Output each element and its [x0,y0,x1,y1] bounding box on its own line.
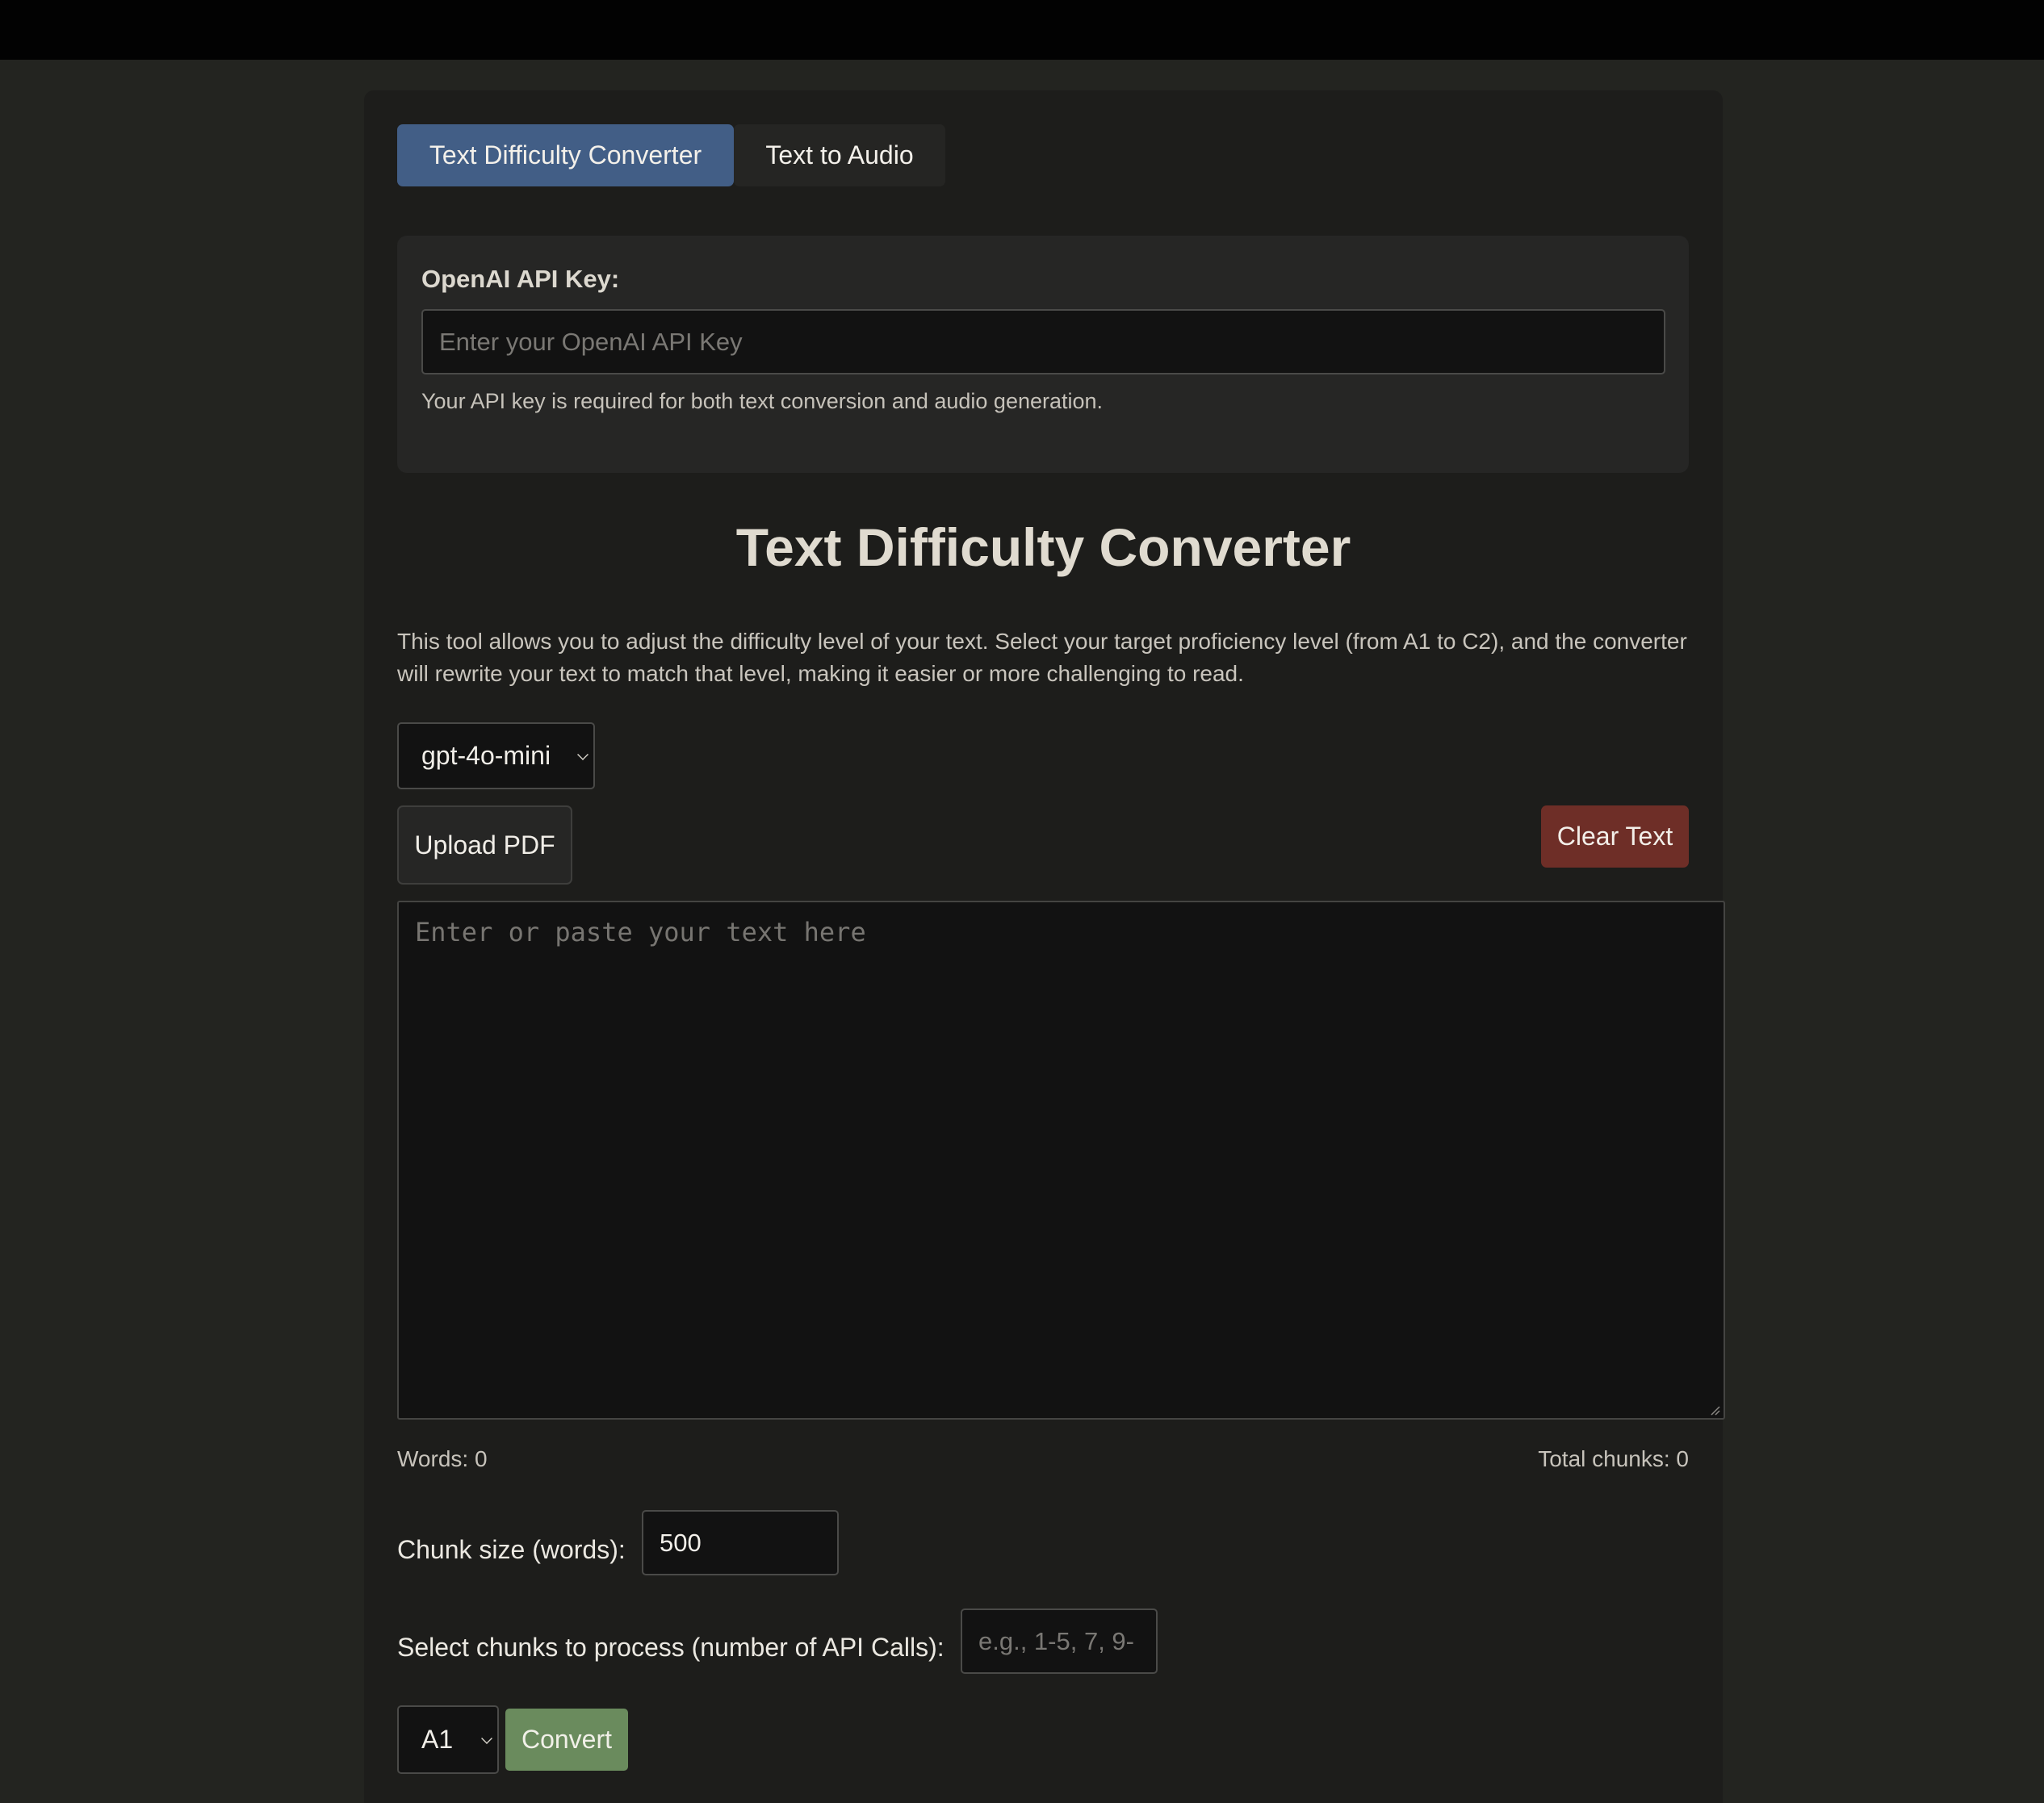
page-title: Text Difficulty Converter [735,517,1351,577]
word-count: Words: 0 [397,1446,488,1471]
app-container: Text Difficulty Converter Text to Audio … [364,90,1725,1803]
total-chunks-count: Total chunks: 0 [1538,1446,1689,1471]
top-bar [0,0,2044,60]
chunk-size-input[interactable] [642,1510,839,1575]
model-select-value: gpt-4o-mini [421,741,551,770]
upload-pdf-button[interactable]: Upload PDF [397,805,572,885]
api-key-panel: OpenAI API Key: Your API key is required… [397,236,1689,473]
api-key-input[interactable] [421,309,1665,374]
chunk-selection-input[interactable] [961,1608,1158,1674]
resize-handle-icon[interactable] [1709,1404,1720,1416]
level-select-value: A1 [421,1725,454,1754]
model-select[interactable]: gpt-4o-mini [397,722,595,789]
api-key-help-text: Your API key is required for both text c… [421,389,1104,413]
api-key-label: OpenAI API Key: [421,265,620,293]
convert-button[interactable]: Convert [505,1709,628,1771]
tab-text-difficulty-converter[interactable]: Text Difficulty Converter [397,124,734,186]
tab-bar: Text Difficulty Converter Text to Audio [397,124,945,186]
text-input-area[interactable] [397,901,1725,1420]
level-select[interactable]: A1 [397,1705,499,1774]
chevron-down-icon [577,748,588,760]
clear-text-button[interactable]: Clear Text [1541,805,1689,868]
tab-text-to-audio[interactable]: Text to Audio [734,124,945,186]
chevron-down-icon [481,1732,492,1744]
chunk-size-label: Chunk size (words): [397,1535,626,1564]
chunk-selection-label: Select chunks to process (number of API … [397,1633,945,1662]
tool-description: This tool allows you to adjust the diffi… [397,629,1687,686]
